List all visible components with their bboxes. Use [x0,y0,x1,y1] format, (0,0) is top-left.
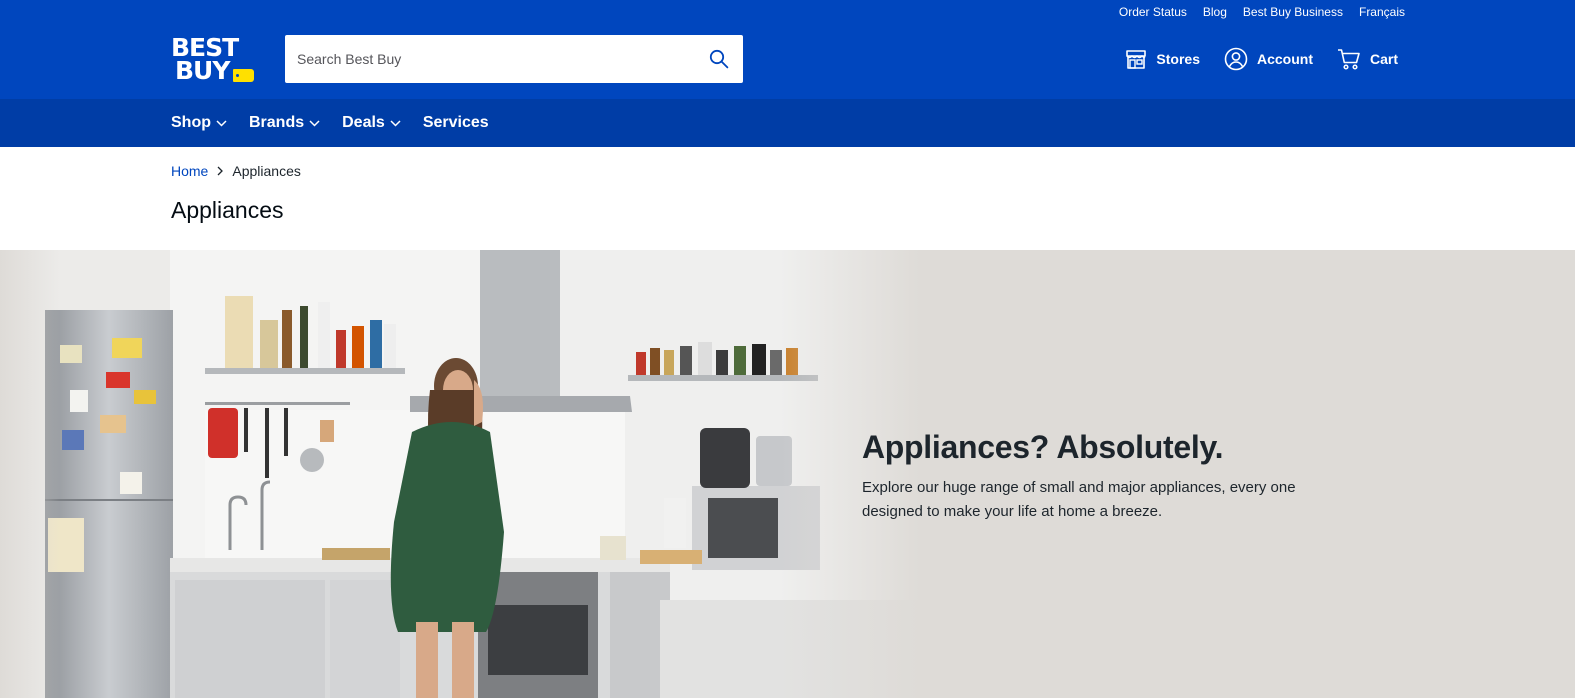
order-status-link[interactable]: Order Status [1119,5,1187,19]
francais-link[interactable]: Français [1359,5,1405,19]
hero-body: Explore our huge range of small and majo… [862,479,1296,520]
hero-kitchen-image [0,250,920,698]
cart-button[interactable]: Cart [1337,46,1398,72]
account-label: Account [1256,51,1313,67]
nav-item-shop[interactable]: Shop [171,114,227,132]
chevron-right-icon [217,166,224,176]
chevron-down-icon [309,119,320,127]
breadcrumb: Home Appliances [171,163,301,179]
search-input[interactable] [285,35,695,83]
logo-line-buy: BUY [175,56,230,85]
header-actions: Stores Account Cart [1125,46,1398,72]
header: Order Status Blog Best Buy Business Fran… [0,0,1575,99]
nav-item-services[interactable]: Services [423,114,489,132]
nav-item-label: Deals [342,114,385,131]
hero-text: Appliances? Absolutely. Explore our huge… [862,428,1322,524]
account-icon [1224,47,1248,71]
search-bar [285,35,743,83]
hero-banner[interactable]: Appliances? Absolutely. Explore our huge… [0,250,1575,698]
logo-tag-icon [233,69,254,82]
cart-label: Cart [1369,51,1398,67]
chevron-down-icon [390,119,401,127]
best-buy-business-link[interactable]: Best Buy Business [1243,5,1343,19]
hero-headline: Appliances? Absolutely. [862,429,1224,465]
main-nav: Shop Brands Deals Services [0,99,1575,147]
blog-link[interactable]: Blog [1203,5,1227,19]
chevron-down-icon [216,119,227,127]
page-title: Appliances [171,197,284,223]
stores-label: Stores [1156,51,1200,67]
cart-icon [1337,49,1360,70]
nav-item-label: Shop [171,114,211,131]
nav-item-deals[interactable]: Deals [342,114,401,132]
nav-item-brands[interactable]: Brands [249,114,320,132]
utility-nav: Order Status Blog Best Buy Business Fran… [1119,5,1405,19]
search-icon [709,49,729,69]
breadcrumb-home-link[interactable]: Home [171,163,208,179]
search-button[interactable] [695,35,743,83]
breadcrumb-current: Appliances [232,163,301,179]
nav-item-label: Brands [249,114,305,131]
nav-item-label: Services [422,114,489,131]
store-icon [1126,50,1147,69]
account-button[interactable]: Account [1224,46,1313,72]
stores-button[interactable]: Stores [1125,46,1200,72]
best-buy-logo[interactable]: BEST BUY [171,35,255,87]
